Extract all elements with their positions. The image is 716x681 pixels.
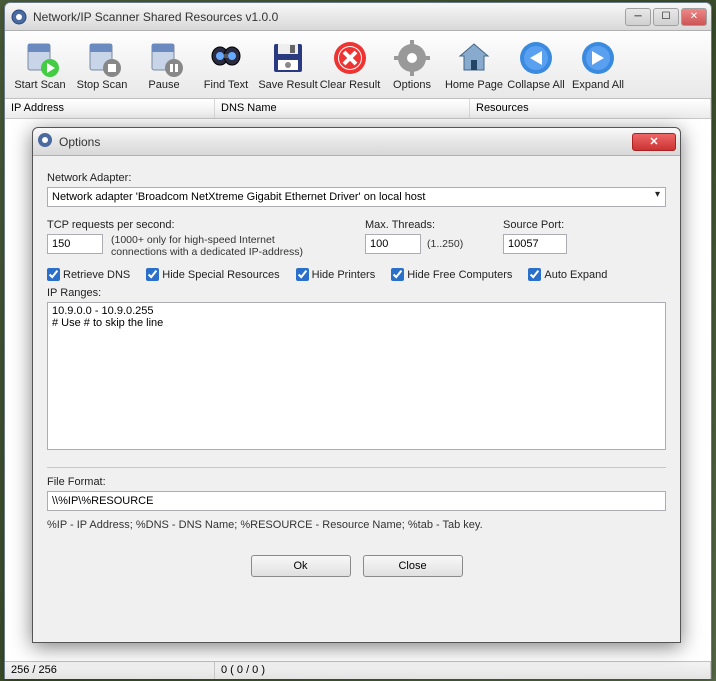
column-headers: IP Address DNS Name Resources bbox=[5, 99, 711, 119]
stop-scan-icon bbox=[82, 38, 122, 78]
home-icon bbox=[454, 38, 494, 78]
close-button[interactable]: Close bbox=[363, 555, 463, 577]
dialog-title: Options bbox=[59, 135, 632, 149]
window-controls: ─ ☐ ✕ bbox=[625, 8, 707, 26]
find-text-button[interactable]: Find Text bbox=[195, 33, 257, 96]
expand-icon bbox=[578, 38, 618, 78]
hide-printers-checkbox[interactable]: Hide Printers bbox=[296, 268, 376, 281]
close-button[interactable]: ✕ bbox=[681, 8, 707, 26]
find-icon bbox=[206, 38, 246, 78]
start-scan-icon bbox=[20, 38, 60, 78]
clear-icon bbox=[330, 38, 370, 78]
threads-label: Max. Threads: bbox=[365, 219, 485, 231]
file-format-input[interactable] bbox=[47, 491, 666, 511]
collapse-all-button[interactable]: Collapse All bbox=[505, 33, 567, 96]
format-label: File Format: bbox=[47, 476, 666, 488]
col-ip[interactable]: IP Address bbox=[5, 99, 215, 118]
dialog-icon bbox=[37, 132, 53, 151]
home-label: Home Page bbox=[445, 79, 503, 91]
port-label: Source Port: bbox=[503, 219, 623, 231]
minimize-button[interactable]: ─ bbox=[625, 8, 651, 26]
adapter-label: Network Adapter: bbox=[47, 172, 666, 184]
clear-label: Clear Result bbox=[320, 79, 381, 91]
col-resources[interactable]: Resources bbox=[470, 99, 711, 118]
maximize-button[interactable]: ☐ bbox=[653, 8, 679, 26]
home-page-button[interactable]: Home Page bbox=[443, 33, 505, 96]
expand-all-button[interactable]: Expand All bbox=[567, 33, 629, 96]
save-label: Save Result bbox=[258, 79, 317, 91]
format-hint: %IP - IP Address; %DNS - DNS Name; %RESO… bbox=[47, 519, 666, 531]
ip-ranges-textarea[interactable] bbox=[47, 302, 666, 450]
retrieve-dns-checkbox[interactable]: Retrieve DNS bbox=[47, 268, 130, 281]
separator bbox=[47, 467, 666, 468]
toolbar: Start Scan Stop Scan Pause Find Text Sav… bbox=[5, 31, 711, 99]
main-titlebar[interactable]: Network/IP Scanner Shared Resources v1.0… bbox=[5, 3, 711, 31]
stop-scan-button[interactable]: Stop Scan bbox=[71, 33, 133, 96]
save-result-button[interactable]: Save Result bbox=[257, 33, 319, 96]
pause-icon bbox=[144, 38, 184, 78]
clear-result-button[interactable]: Clear Result bbox=[319, 33, 381, 96]
status-right: 0 ( 0 / 0 ) bbox=[215, 662, 711, 679]
stop-scan-label: Stop Scan bbox=[77, 79, 128, 91]
expand-label: Expand All bbox=[572, 79, 624, 91]
tcp-input[interactable] bbox=[47, 234, 103, 254]
options-dialog: Options ✕ Network Adapter: TCP requests … bbox=[32, 127, 681, 643]
statusbar: 256 / 256 0 ( 0 / 0 ) bbox=[5, 661, 711, 679]
main-title: Network/IP Scanner Shared Resources v1.0… bbox=[33, 10, 625, 24]
adapter-combo[interactable] bbox=[47, 187, 666, 207]
pause-label: Pause bbox=[148, 79, 179, 91]
hide-free-checkbox[interactable]: Hide Free Computers bbox=[391, 268, 512, 281]
options-button[interactable]: Options bbox=[381, 33, 443, 96]
options-label: Options bbox=[393, 79, 431, 91]
dialog-body: Network Adapter: TCP requests per second… bbox=[33, 156, 680, 587]
threads-input[interactable] bbox=[365, 234, 421, 254]
ranges-label: IP Ranges: bbox=[47, 287, 666, 299]
tcp-hint: (1000+ only for high-speed Internet conn… bbox=[111, 234, 331, 258]
collapse-label: Collapse All bbox=[507, 79, 564, 91]
tcp-label: TCP requests per second: bbox=[47, 219, 347, 231]
auto-expand-checkbox[interactable]: Auto Expand bbox=[528, 268, 607, 281]
options-icon bbox=[392, 38, 432, 78]
threads-hint: (1..250) bbox=[427, 238, 463, 250]
save-icon bbox=[268, 38, 308, 78]
hide-special-checkbox[interactable]: Hide Special Resources bbox=[146, 268, 279, 281]
start-scan-label: Start Scan bbox=[14, 79, 65, 91]
dialog-titlebar[interactable]: Options ✕ bbox=[33, 128, 680, 156]
find-label: Find Text bbox=[204, 79, 248, 91]
port-input[interactable] bbox=[503, 234, 567, 254]
pause-button[interactable]: Pause bbox=[133, 33, 195, 96]
col-dns[interactable]: DNS Name bbox=[215, 99, 470, 118]
ok-button[interactable]: Ok bbox=[251, 555, 351, 577]
dialog-close-button[interactable]: ✕ bbox=[632, 133, 676, 151]
start-scan-button[interactable]: Start Scan bbox=[9, 33, 71, 96]
status-left: 256 / 256 bbox=[5, 662, 215, 679]
app-icon bbox=[11, 9, 27, 25]
collapse-icon bbox=[516, 38, 556, 78]
